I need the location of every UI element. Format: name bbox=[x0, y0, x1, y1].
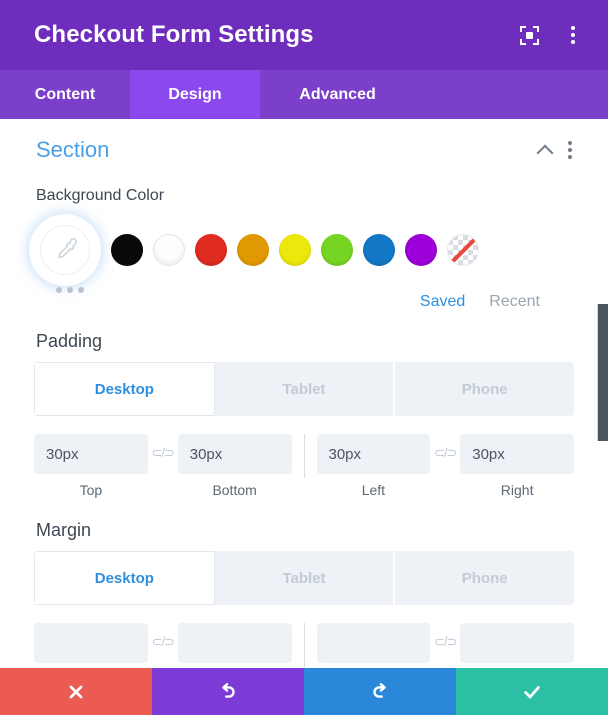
padding-inputs-row: Top ⊂/⊃ Bottom Left ⊂/⊃ Right bbox=[34, 434, 574, 498]
panel-header: Checkout Form Settings bbox=[0, 0, 608, 70]
padding-horizontal-group: Left ⊂/⊃ Right bbox=[316, 434, 574, 498]
margin-horizontal-broken-link-icon[interactable]: ⊂/⊃ bbox=[430, 634, 460, 650]
margin-device-phone[interactable]: Phone bbox=[395, 551, 574, 605]
section-title: Section bbox=[36, 137, 110, 162]
swatch-orange[interactable] bbox=[237, 234, 269, 266]
padding-device-phone[interactable]: Phone bbox=[395, 362, 574, 416]
tab-bar: Content Design Advanced bbox=[0, 70, 608, 119]
tab-content[interactable]: Content bbox=[0, 70, 130, 119]
padding-right-input[interactable] bbox=[460, 434, 574, 474]
background-color-label: Background Color bbox=[36, 187, 165, 204]
margin-vertical-broken-link-icon[interactable]: ⊂/⊃ bbox=[148, 634, 178, 650]
margin-inputs-row: ⊂/⊃ ⊂/⊃ bbox=[34, 623, 574, 667]
swatch-red[interactable] bbox=[195, 234, 227, 266]
swatch-blue[interactable] bbox=[363, 234, 395, 266]
margin-device-tablet[interactable]: Tablet bbox=[214, 551, 396, 605]
section-header-icons bbox=[538, 141, 574, 159]
saved-recent-toggle: Saved Recent bbox=[420, 293, 540, 311]
undo-icon bbox=[222, 682, 235, 698]
eyedropper-icon bbox=[40, 225, 90, 275]
margin-right-cell bbox=[460, 623, 574, 663]
padding-top-input[interactable] bbox=[34, 434, 148, 474]
padding-top-cell: Top bbox=[34, 434, 148, 498]
swatch-black[interactable] bbox=[111, 234, 143, 266]
header-actions bbox=[516, 22, 586, 48]
padding-left-cell: Left bbox=[316, 434, 431, 498]
check-icon bbox=[524, 685, 540, 698]
swatch-transparent[interactable] bbox=[447, 234, 479, 266]
section-vertical-dots-icon[interactable] bbox=[568, 141, 572, 159]
padding-right-cell: Right bbox=[460, 434, 574, 498]
margin-bottom-input[interactable] bbox=[177, 623, 292, 663]
saved-tab[interactable]: Saved bbox=[420, 293, 465, 311]
redo-button[interactable] bbox=[304, 668, 456, 715]
padding-horizontal-broken-link-icon[interactable]: ⊂/⊃ bbox=[430, 445, 460, 461]
padding-device-tablet[interactable]: Tablet bbox=[214, 362, 396, 416]
padding-device-desktop[interactable]: Desktop bbox=[34, 362, 215, 416]
margin-bottom-cell bbox=[177, 623, 292, 663]
padding-vertical-group: Top ⊂/⊃ Bottom bbox=[34, 434, 292, 498]
swatch-purple[interactable] bbox=[405, 234, 437, 266]
padding-bottom-cell: Bottom bbox=[177, 434, 292, 498]
section-header: Section bbox=[34, 119, 574, 167]
swatch-white[interactable] bbox=[153, 234, 185, 266]
padding-bottom-caption: Bottom bbox=[212, 482, 257, 498]
swatch-footer-row: Saved Recent bbox=[34, 287, 574, 311]
margin-top-cell bbox=[34, 623, 148, 663]
padding-left-caption: Left bbox=[361, 482, 386, 498]
recent-tab[interactable]: Recent bbox=[489, 293, 540, 311]
eyedropper-button[interactable] bbox=[34, 219, 96, 281]
margin-horizontal-group: ⊂/⊃ bbox=[316, 623, 574, 663]
padding-right-caption: Right bbox=[500, 482, 534, 498]
margin-title: Margin bbox=[36, 520, 92, 540]
header-vertical-dots-icon[interactable] bbox=[560, 22, 586, 48]
margin-left-cell bbox=[316, 623, 431, 663]
margin-top-input[interactable] bbox=[34, 623, 148, 663]
padding-divider bbox=[303, 434, 305, 478]
chevron-up-icon[interactable] bbox=[538, 143, 552, 157]
scrollbar-thumb[interactable] bbox=[597, 304, 608, 441]
undo-button[interactable] bbox=[152, 668, 304, 715]
cancel-button[interactable] bbox=[0, 668, 152, 715]
swatch-green[interactable] bbox=[321, 234, 353, 266]
margin-right-input[interactable] bbox=[460, 623, 574, 663]
margin-device-desktop[interactable]: Desktop bbox=[34, 551, 215, 605]
margin-device-toggle: Desktop Tablet Phone bbox=[34, 551, 574, 605]
color-swatch-row bbox=[34, 219, 574, 281]
save-button[interactable] bbox=[456, 668, 608, 715]
settings-panel: Checkout Form Settings Content Design Ad… bbox=[0, 0, 608, 715]
padding-left-input[interactable] bbox=[316, 434, 431, 474]
padding-device-toggle: Desktop Tablet Phone bbox=[34, 362, 574, 416]
padding-title: Padding bbox=[36, 331, 103, 351]
close-icon bbox=[69, 685, 83, 698]
tab-design[interactable]: Design bbox=[130, 70, 260, 119]
margin-vertical-group: ⊂/⊃ bbox=[34, 623, 292, 663]
padding-bottom-input[interactable] bbox=[177, 434, 292, 474]
swatch-yellow[interactable] bbox=[279, 234, 311, 266]
tab-advanced[interactable]: Advanced bbox=[260, 70, 415, 119]
focus-target-icon[interactable] bbox=[516, 22, 542, 48]
action-bar bbox=[0, 668, 608, 715]
vertical-scrollbar[interactable] bbox=[597, 238, 608, 715]
margin-divider bbox=[303, 623, 305, 667]
redo-icon bbox=[373, 682, 386, 698]
padding-vertical-broken-link-icon[interactable]: ⊂/⊃ bbox=[148, 445, 178, 461]
padding-top-caption: Top bbox=[79, 482, 103, 498]
settings-body: Section Background Color Saved Recent Pa… bbox=[0, 119, 608, 715]
margin-left-input[interactable] bbox=[316, 623, 431, 663]
page-title: Checkout Form Settings bbox=[34, 21, 314, 48]
